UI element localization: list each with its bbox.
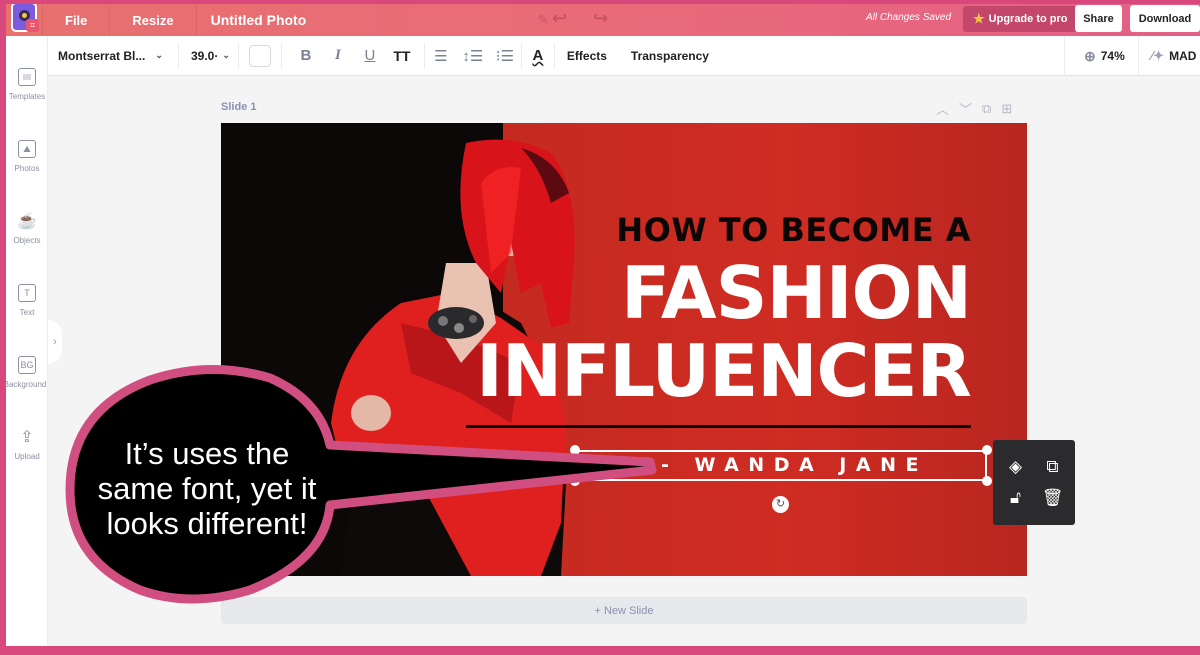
sidebar-item-label: Upload: [14, 452, 40, 461]
move-down-icon[interactable]: ﹀: [959, 99, 972, 118]
history-controls: ↩ ↪: [552, 8, 608, 29]
delete-icon[interactable]: 🗑︎: [1042, 488, 1064, 508]
sidebar-item-text[interactable]: T Text: [6, 284, 48, 317]
italic-button[interactable]: I: [322, 47, 354, 64]
headline-small[interactable]: HOW TO BECOME A: [611, 211, 971, 249]
slide-canvas[interactable]: HOW TO BECOME A FASHION INFLUENCER - WAN…: [221, 123, 1027, 576]
photos-icon: ⛰: [18, 140, 36, 158]
line-spacing-icon[interactable]: ↕☰: [457, 47, 489, 65]
text-icon: T: [18, 284, 36, 302]
move-up-icon[interactable]: ︿: [936, 99, 949, 118]
magic-button[interactable]: ⁄✦ MAD: [1138, 36, 1196, 76]
font-size-select[interactable]: 39.0· ⌄: [179, 49, 238, 63]
sidebar-item-label: Photos: [14, 164, 40, 173]
save-status: All Changes Saved: [866, 12, 952, 23]
new-slide-button[interactable]: + New Slide: [221, 597, 1027, 624]
unlock-icon[interactable]: 🔓︎: [1010, 488, 1021, 508]
callout-line: looks different!: [106, 506, 308, 541]
headline-fashion[interactable]: FASHION: [421, 257, 972, 329]
callout-line: It’s uses the: [124, 436, 290, 471]
effects-button[interactable]: Effects: [555, 49, 619, 63]
zoom-control[interactable]: ⊕ 74%: [1064, 36, 1125, 76]
sidebar-item-upload[interactable]: ⇪ Upload: [6, 428, 48, 461]
document-title[interactable]: Untitled Photo: [195, 4, 386, 36]
bullet-list-icon[interactable]: ⁝☰: [489, 47, 521, 65]
uppercase-button[interactable]: TT: [386, 48, 418, 64]
logo-badge-icon: ⌗: [26, 19, 39, 32]
duplicate-slide-icon[interactable]: ⧉: [982, 101, 991, 117]
sidebar-item-label: Objects: [13, 236, 41, 245]
upgrade-button[interactable]: ★ Upgrade to pro: [963, 6, 1078, 32]
sidebar-item-photos[interactable]: ⛰ Photos: [6, 140, 48, 173]
callout-line: same font, yet it: [97, 471, 317, 506]
resize-handle-bottom-right[interactable]: [982, 476, 992, 486]
text-format-toolbar: Montserrat Bl... ⌄ 39.0· ⌄ B I U TT ☰ ↕☰…: [48, 36, 1200, 76]
slide-label: Slide 1: [221, 101, 257, 113]
sidebar-item-objects[interactable]: ☕ Objects: [6, 212, 48, 245]
sidebar-item-label: Text: [19, 308, 35, 317]
font-family-select[interactable]: Montserrat Bl... ⌄: [48, 49, 178, 63]
sidebar-item-templates[interactable]: Templates: [6, 68, 48, 101]
transparency-button[interactable]: Transparency: [619, 49, 721, 63]
templates-icon: [18, 68, 36, 86]
background-icon: BG: [18, 356, 36, 374]
headline-influencer[interactable]: INFLUENCER: [421, 335, 972, 407]
text-outline-icon[interactable]: A: [522, 47, 554, 64]
magic-label: MAD: [1169, 49, 1197, 63]
sidebar-item-label: Templates: [8, 92, 46, 101]
selection-box[interactable]: [575, 450, 987, 481]
resize-handle-bottom-left[interactable]: [570, 476, 580, 486]
star-icon: ★: [973, 11, 985, 26]
callout-text: It’s uses the same font, yet it looks di…: [82, 436, 332, 541]
add-slide-icon[interactable]: ⊞: [1001, 101, 1012, 117]
objects-icon: ☕: [17, 213, 37, 230]
zoom-level: 74%: [1100, 49, 1125, 63]
text-color-swatch[interactable]: [248, 44, 271, 67]
align-right-icon[interactable]: ☰: [425, 47, 457, 65]
undo-icon[interactable]: ↩: [552, 8, 567, 29]
duplicate-icon[interactable]: ⧉: [1046, 457, 1058, 477]
editor-app: ⌗ File Resize Untitled Photo ✎ ↩ ↪ All C…: [6, 4, 1200, 646]
element-context-menu: ◈ ⧉ 🔓︎ 🗑︎: [993, 440, 1075, 525]
underline-button[interactable]: U: [354, 47, 386, 64]
redo-icon[interactable]: ↪: [593, 8, 608, 29]
resize-handle-top-left[interactable]: [570, 445, 580, 455]
resize-menu[interactable]: Resize: [109, 4, 195, 36]
resize-handle-top-right[interactable]: [982, 445, 992, 455]
pencil-icon[interactable]: ✎: [538, 12, 549, 28]
divider-line[interactable]: [466, 425, 971, 428]
magic-wand-icon: ⁄✦: [1151, 48, 1165, 63]
upload-icon: ⇪: [20, 429, 34, 446]
share-button[interactable]: Share: [1075, 5, 1122, 32]
font-size-value: 39.0·: [191, 48, 219, 63]
left-sidebar: Templates ⛰ Photos ☕ Objects T Text BG B…: [6, 36, 48, 646]
rotate-handle-icon[interactable]: ↻: [772, 496, 789, 513]
chevron-down-icon: ⌄: [222, 50, 230, 60]
file-menu[interactable]: File: [42, 4, 109, 36]
upgrade-label: Upgrade to pro: [988, 13, 1068, 25]
layers-icon[interactable]: ◈: [1009, 457, 1022, 477]
divider: [1064, 36, 1065, 76]
bold-button[interactable]: B: [290, 47, 322, 64]
slide-tools: ︿ ﹀ ⧉ ⊞: [936, 99, 1012, 118]
app-logo[interactable]: ⌗: [8, 4, 42, 36]
chevron-down-icon: ⌄: [155, 50, 163, 60]
divider: [237, 42, 239, 69]
sidebar-item-label: Background: [6, 380, 47, 389]
chevron-right-icon: ›: [53, 336, 57, 348]
sidebar-item-background[interactable]: BG Background: [6, 356, 48, 389]
font-family-value: Montserrat Bl...: [58, 48, 146, 63]
top-bar: ⌗ File Resize Untitled Photo ✎ ↩ ↪ All C…: [6, 4, 1200, 36]
divider: [280, 42, 282, 69]
zoom-in-icon: ⊕: [1084, 47, 1096, 64]
sidebar-expand-toggle[interactable]: ›: [48, 320, 62, 364]
download-button[interactable]: Download: [1130, 5, 1200, 32]
